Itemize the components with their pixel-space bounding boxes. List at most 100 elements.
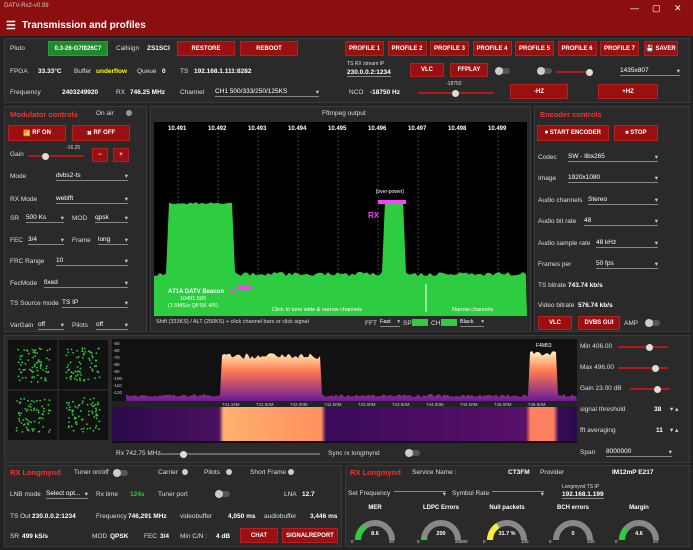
nco-slider-knob[interactable] (452, 90, 459, 97)
max-slider-knob[interactable] (652, 365, 659, 372)
rxmode-select[interactable]: webfft (56, 195, 128, 204)
frcrange-select[interactable]: 10 (56, 257, 128, 266)
gain-label: Gain (10, 151, 24, 158)
gain-slider-knob[interactable] (42, 153, 49, 160)
plus-hz-button[interactable]: +HZ (598, 84, 658, 99)
dvbs-gui-button[interactable]: DVBS GUI (578, 316, 620, 330)
constellation-point (19, 356, 21, 358)
tssrc-select[interactable]: TS IP (62, 299, 128, 308)
constellation-point (31, 400, 33, 402)
gauge-4-label: Margin (617, 505, 661, 511)
reboot-button[interactable]: REBOOT (240, 41, 298, 56)
pilots-select[interactable]: off (96, 321, 128, 330)
spectrum-display[interactable]: -50 -60 -70 -80 -90 -100 -110 -120 741.15M 741.50… (112, 339, 577, 443)
fpga-value: 33.33°C (38, 68, 62, 75)
vargain-select[interactable]: off (38, 321, 64, 330)
sync-toggle[interactable] (406, 450, 420, 456)
stop-encoder-button[interactable]: ⏹ STOP (614, 125, 658, 141)
min-slider[interactable] (618, 346, 668, 348)
stream-toggle[interactable] (538, 68, 552, 74)
min-label: Min 406.00 (580, 343, 612, 350)
ch-color-select[interactable]: Black (460, 319, 484, 327)
profile-7-button[interactable]: PROFILE 7 (600, 41, 639, 56)
gauge-4-value: 4.6 (621, 531, 657, 537)
minimize-icon[interactable]: — (630, 3, 639, 13)
provider-value: IM12mP E217 (612, 469, 653, 476)
amp-toggle[interactable] (646, 320, 660, 326)
start-encoder-button[interactable]: ⏺ START ENCODER (537, 125, 609, 141)
audiobr-select[interactable]: 48 (584, 217, 658, 226)
profile-4-button[interactable]: PROFILE 4 (473, 41, 512, 56)
signalreport-button[interactable]: SIGNALREPORT (282, 528, 338, 543)
symrate-select[interactable] (492, 490, 544, 492)
close-icon[interactable]: ✕ (674, 3, 682, 14)
fecmode-select[interactable]: fixed (44, 279, 128, 288)
channel-bar (414, 298, 427, 301)
constellation-point (69, 406, 71, 408)
fft-display[interactable]: 10.491 10.492 10.493 10.494 10.495 10.496 10.4… (154, 122, 527, 316)
constellation-point (18, 418, 20, 420)
gain-slider[interactable] (28, 155, 84, 157)
gain-db-slider[interactable] (630, 388, 670, 390)
lnb-select[interactable]: Select opt... (46, 490, 88, 499)
mode-select[interactable]: dvbs2-ts (56, 172, 128, 181)
profile-2-button[interactable]: PROFILE 2 (388, 41, 427, 56)
audiosr-select[interactable]: 48 kHz (596, 239, 658, 248)
ch-color-swatch[interactable] (441, 319, 457, 326)
pluto-button[interactable]: 0.3-26-G7f826C7 (48, 41, 108, 56)
codec-select[interactable]: SW - libx265 (568, 153, 658, 162)
constellation-point (99, 376, 101, 378)
rf-off-button[interactable]: ✖ RF OFF (72, 125, 130, 141)
tuner-toggle[interactable] (114, 470, 128, 476)
resolution-select[interactable]: 1435x807 (620, 67, 680, 76)
restore-button[interactable]: RESTORE (177, 41, 235, 56)
constellation-point (98, 428, 100, 430)
maximize-icon[interactable]: ▢ (652, 3, 661, 14)
encoder-vlc-button[interactable]: VLC (538, 316, 572, 330)
rx-tune-slider-knob[interactable] (180, 451, 187, 458)
sp-color-swatch[interactable] (412, 319, 428, 326)
gain-plus-button[interactable]: + (113, 148, 129, 162)
frames-select[interactable]: 50 fps (596, 260, 658, 269)
max-slider[interactable] (618, 367, 668, 369)
chat-button[interactable]: CHAT (240, 528, 278, 543)
spectrum-x-tick: 742.00M (290, 402, 308, 407)
mod-select[interactable]: qpsk (95, 214, 128, 223)
span-select[interactable]: 8000000 (606, 448, 672, 457)
frame-select[interactable]: long (98, 236, 128, 245)
fec-select[interactable]: 3/4 (28, 236, 64, 245)
constellation-point (74, 378, 76, 380)
setfreq-select[interactable] (394, 490, 446, 492)
minus-hz-button[interactable]: -HZ (510, 84, 568, 99)
fft-title: Fftmpeg output (322, 110, 366, 117)
sr-select[interactable]: 500 Ks (26, 214, 64, 223)
volume-slider-knob[interactable] (586, 69, 593, 76)
lmip-input[interactable]: 192.168.1.199 (562, 491, 604, 499)
gain-db-slider-knob[interactable] (654, 386, 661, 393)
ffplay-toggle[interactable] (496, 68, 510, 74)
profile-5-button[interactable]: PROFILE 5 (515, 41, 554, 56)
fft-mode-select[interactable]: Fast (380, 319, 400, 327)
ffplay-button[interactable]: FFPLAY (450, 63, 488, 77)
profile-3-button[interactable]: PROFILE 3 (430, 41, 469, 56)
tsrx-input[interactable]: 230.0.0.2:1234 (347, 69, 391, 77)
hamburger-menu-icon[interactable]: ☰ (6, 19, 16, 32)
fftavg-stepper-icon[interactable]: ▾ ▴ (670, 426, 678, 434)
sigthr-stepper-icon[interactable]: ▾ ▴ (670, 405, 678, 413)
nco-slider[interactable] (418, 92, 494, 94)
tunerport-toggle[interactable] (216, 491, 230, 497)
saver-button[interactable]: 💾 SAVER (644, 41, 678, 56)
gain-minus-button[interactable]: − (92, 148, 108, 162)
rf-on-button[interactable]: 📶 RF ON (8, 125, 66, 141)
audioch-select[interactable]: Stereo (588, 196, 658, 205)
constellation-point (36, 370, 38, 372)
profile-1-button[interactable]: PROFILE 1 (345, 41, 384, 56)
min-slider-knob[interactable] (646, 344, 653, 351)
channel-select[interactable]: CH1 500/333/250/125KS (215, 88, 319, 97)
vlc-button[interactable]: VLC (410, 63, 444, 77)
profile-6-button[interactable]: PROFILE 6 (558, 41, 597, 56)
image-select[interactable]: 1920x1080 (568, 174, 658, 183)
volume-slider[interactable] (556, 71, 592, 73)
constellation-point (30, 409, 32, 411)
rx-tune-slider[interactable] (160, 453, 320, 455)
